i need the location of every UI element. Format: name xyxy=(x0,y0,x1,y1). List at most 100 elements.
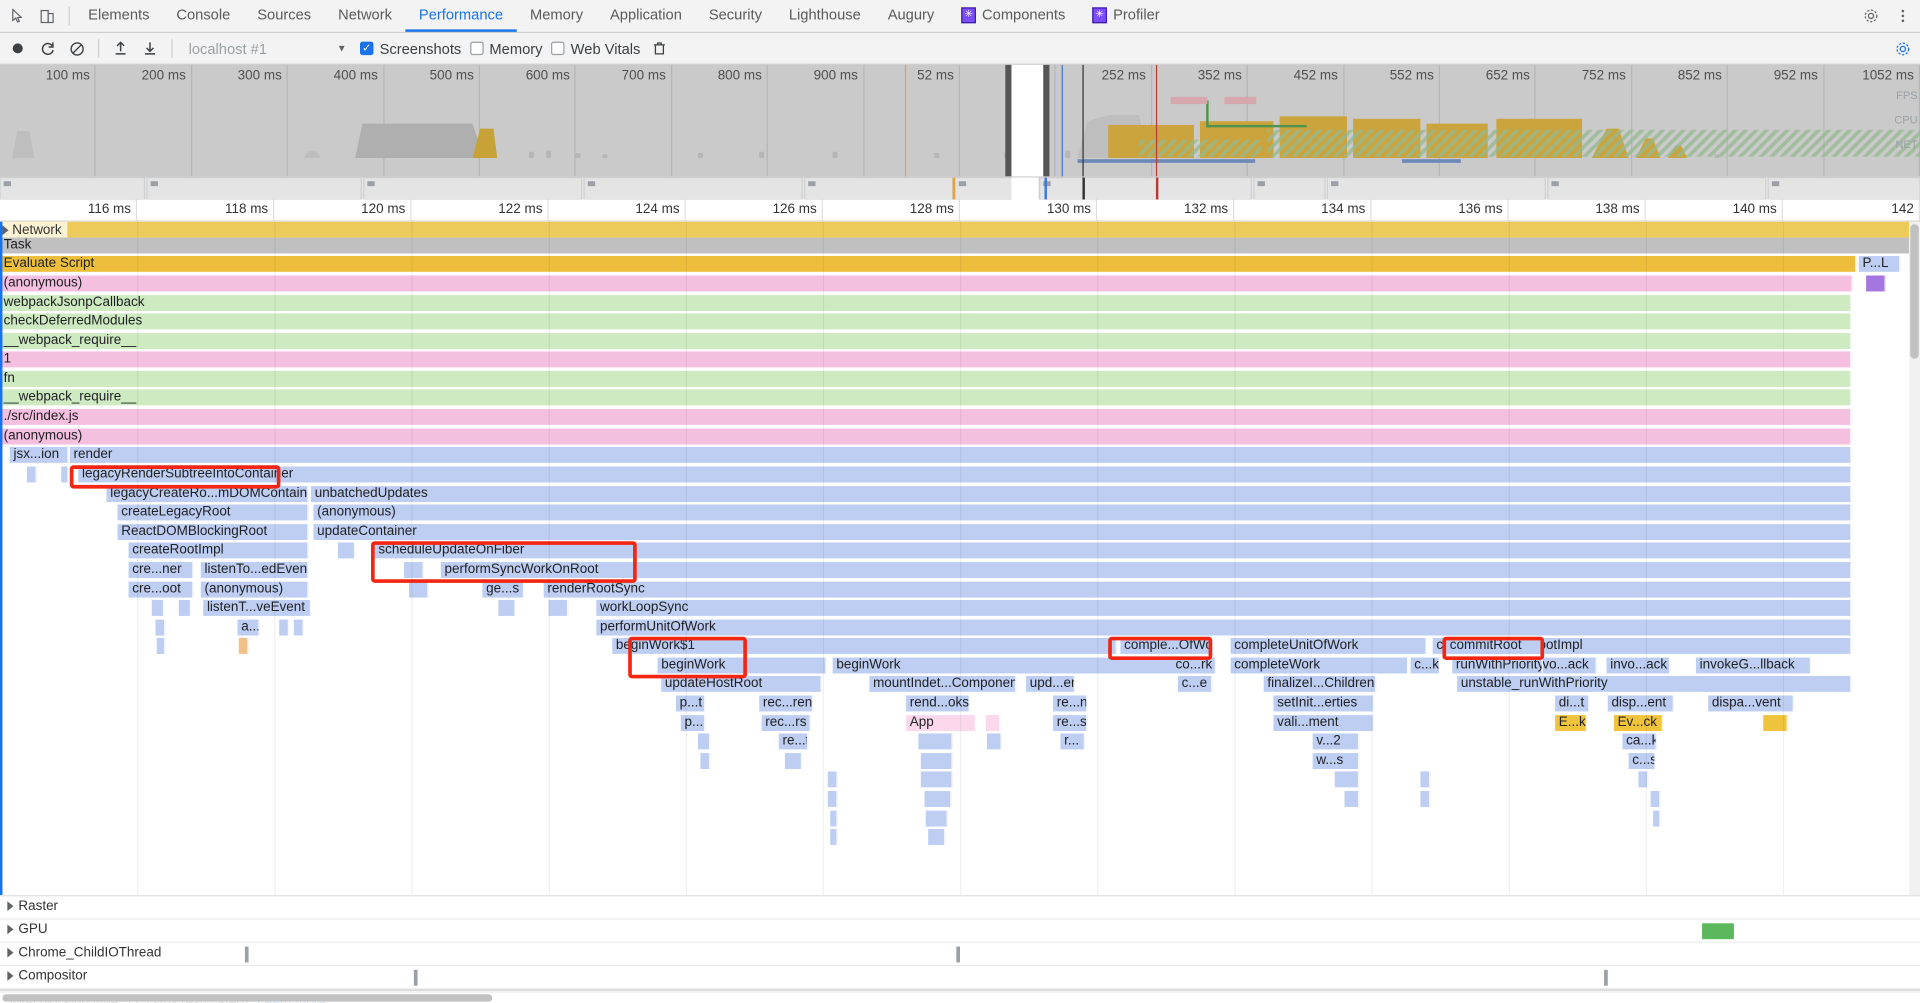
timeline-tick: 124 ms xyxy=(549,199,686,221)
timeline-tick-label: 136 ms xyxy=(1458,202,1503,217)
overview-dim-left xyxy=(0,64,1007,177)
tab-augury[interactable]: Augury xyxy=(874,0,948,32)
profile-select[interactable]: localhost #1 ▼ xyxy=(184,37,352,60)
timeline-tick: 128 ms xyxy=(823,199,961,221)
overview-left-handle[interactable] xyxy=(1005,64,1012,177)
flame-gridline xyxy=(960,221,962,896)
screenshots-label: Screenshots xyxy=(379,39,462,57)
tab-application[interactable]: Application xyxy=(597,0,696,32)
tab-label: Augury xyxy=(887,6,935,24)
record-circle-icon[interactable] xyxy=(7,38,28,59)
flame-left-rail xyxy=(0,221,3,896)
profile-select-value: localhost #1 xyxy=(188,39,267,57)
controls-divider-1 xyxy=(97,39,100,58)
flame-scroll-thumb[interactable] xyxy=(1910,224,1919,359)
timeline-tick-label: 140 ms xyxy=(1732,202,1777,217)
checkbox-box-webvitals xyxy=(551,41,565,56)
tabbar-divider xyxy=(68,6,70,26)
reload-record-icon[interactable] xyxy=(37,38,58,59)
timeline-tick-label: 142 xyxy=(1891,202,1914,217)
timeline-tick-label: 130 ms xyxy=(1046,202,1092,217)
trash-icon[interactable] xyxy=(649,38,670,59)
tab-components[interactable]: ✳ Components xyxy=(948,0,1079,32)
tab-memory[interactable]: Memory xyxy=(517,0,597,32)
chevron-right-icon xyxy=(7,924,14,935)
webvitals-checkbox[interactable]: Web Vitals xyxy=(551,40,640,57)
chevron-right-icon xyxy=(2,224,9,235)
timeline-tick: 120 ms xyxy=(274,199,412,221)
device-toolbar-icon[interactable] xyxy=(37,6,57,26)
track-event[interactable] xyxy=(956,946,961,963)
clear-slash-icon[interactable] xyxy=(66,38,87,59)
tab-elements[interactable]: Elements xyxy=(75,0,163,32)
tab-console[interactable]: Console xyxy=(163,0,244,32)
timeline-tick-label: 134 ms xyxy=(1321,202,1366,217)
inspect-cursor-icon[interactable] xyxy=(7,6,27,26)
track-header[interactable]: Compositor xyxy=(7,968,88,984)
completeUnitOfWork-highlight xyxy=(1108,636,1213,661)
tab-label: Security xyxy=(708,6,762,24)
overview-marker-fp xyxy=(1061,64,1063,177)
flame-vertical-scrollbar[interactable] xyxy=(1908,221,1920,896)
tab-network[interactable]: Network xyxy=(325,0,406,32)
tab-label: Sources xyxy=(257,6,312,24)
save-profile-down-arrow-icon[interactable] xyxy=(140,38,161,59)
track-chrome-childiothread[interactable]: Chrome_ChildIOThread xyxy=(0,943,1920,967)
commitRoot-highlight xyxy=(1442,636,1545,661)
tabbar-right-icons xyxy=(1854,0,1920,32)
tab-label: Console xyxy=(176,6,231,24)
tab-performance[interactable]: Performance xyxy=(405,0,517,32)
devtools-tabbar: Elements Console Sources Network Performance… xyxy=(0,0,1920,34)
tab-sources[interactable]: Sources xyxy=(244,0,325,32)
gear-icon[interactable] xyxy=(1861,6,1881,26)
timeline-tick-label: 126 ms xyxy=(772,202,817,217)
tab-profiler[interactable]: ✳ Profiler xyxy=(1079,0,1173,32)
track-compositor[interactable]: Compositor xyxy=(0,966,1920,990)
memory-checkbox[interactable]: Memory xyxy=(469,39,543,57)
track-header[interactable]: Raster xyxy=(7,899,58,913)
track-event[interactable] xyxy=(413,969,418,986)
collapsed-tracks: Raster GPU Chrome_ChildIOThread Compositor xyxy=(0,895,1920,990)
tab-security[interactable]: Security xyxy=(695,0,775,32)
horizontal-scroll-thumb[interactable] xyxy=(2,994,493,1002)
beginWork-highlight xyxy=(628,636,747,679)
timeline-overview[interactable]: 100 ms 200 ms 300 ms 400 ms 500 ms 600 ms 700 … xyxy=(0,64,1920,178)
horizontal-scrollbar[interactable] xyxy=(0,993,1920,1003)
track-header[interactable]: GPU xyxy=(7,922,48,937)
more-vertical-icon[interactable] xyxy=(1893,6,1913,26)
memory-label: Memory xyxy=(489,39,543,57)
timeline-tick: 142 xyxy=(1783,199,1920,221)
network-track-header[interactable]: Network xyxy=(0,221,68,238)
tab-label: Memory xyxy=(529,6,584,24)
overview-dim-right xyxy=(1048,64,1920,177)
checkbox-box-memory xyxy=(469,41,484,56)
overview-right-handle[interactable] xyxy=(1043,64,1050,177)
track-label: Compositor xyxy=(18,968,88,984)
track-event[interactable] xyxy=(1604,969,1608,986)
checkbox-box-screenshots: ✓ xyxy=(360,41,374,56)
track-gpu[interactable]: GPU xyxy=(0,920,1920,943)
tab-lighthouse[interactable]: Lighthouse xyxy=(775,0,874,32)
flame-gridline xyxy=(274,221,276,896)
overview-selection-window[interactable] xyxy=(1011,64,1044,177)
timeline-tick-label: 122 ms xyxy=(498,202,543,217)
overview-label-fps: FPS xyxy=(1896,89,1918,102)
controls-divider-2 xyxy=(171,39,173,58)
flame-chart-pane[interactable]: Network Task Evaluate Script P...L (anonymo… xyxy=(0,221,1920,896)
flame-gridline xyxy=(1097,221,1099,896)
track-label: GPU xyxy=(18,922,48,937)
filmstrip-strip[interactable] xyxy=(0,176,1920,201)
capture-settings-gear-icon[interactable] xyxy=(1892,38,1913,59)
track-event[interactable] xyxy=(244,946,249,963)
timeline-tick: 122 ms xyxy=(411,199,549,221)
tab-label: Components xyxy=(982,6,1066,24)
track-raster[interactable]: Raster xyxy=(0,896,1920,920)
overview-label-net: NET xyxy=(1895,138,1918,151)
tab-label: Elements xyxy=(88,6,150,24)
track-header[interactable]: Chrome_ChildIOThread xyxy=(7,945,161,960)
timeline-tick-label: 132 ms xyxy=(1183,202,1229,217)
load-profile-up-arrow-icon[interactable] xyxy=(110,38,131,59)
screenshots-checkbox[interactable]: ✓ Screenshots xyxy=(360,40,461,57)
track-event[interactable] xyxy=(1702,923,1734,940)
flame-chart[interactable]: Network Task Evaluate Script P...L (anonymo… xyxy=(0,221,1920,896)
